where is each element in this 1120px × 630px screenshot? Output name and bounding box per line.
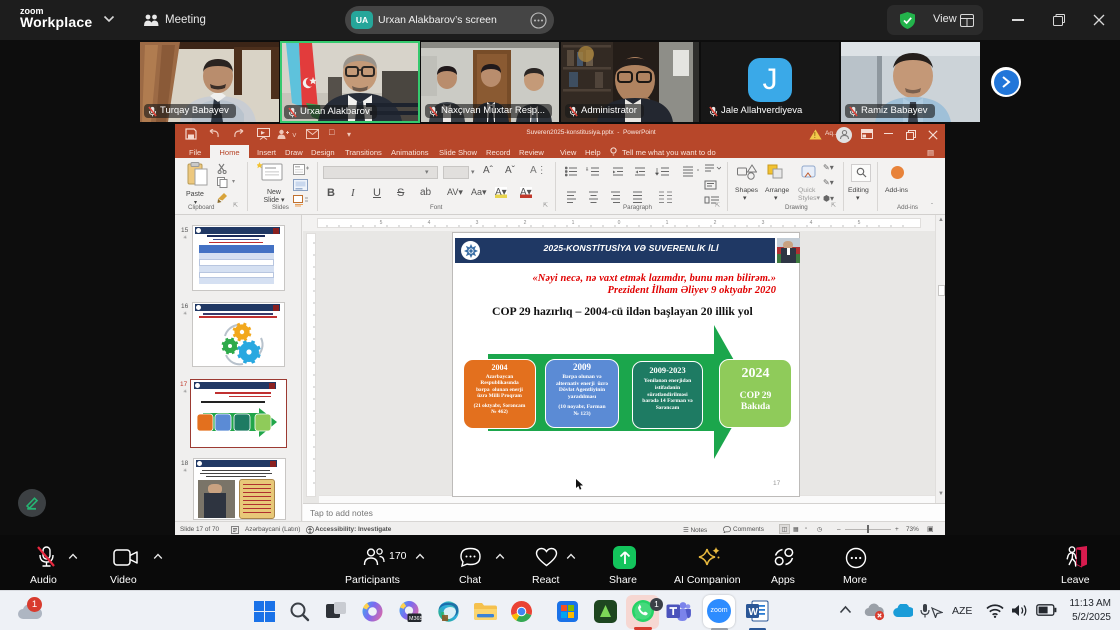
svg-text:2: 2 xyxy=(524,220,527,226)
svg-text:0: 0 xyxy=(618,220,621,226)
svg-text:1: 1 xyxy=(572,220,575,226)
svg-text:M365: M365 xyxy=(409,616,422,622)
svg-text:2: 2 xyxy=(714,220,717,226)
svg-text:4: 4 xyxy=(810,220,813,226)
svg-text:3: 3 xyxy=(476,220,479,226)
svg-text:3: 3 xyxy=(762,220,765,226)
svg-text:5: 5 xyxy=(380,220,383,226)
svg-text:5: 5 xyxy=(858,220,861,226)
svg-text:W: W xyxy=(749,607,759,618)
svg-text:1: 1 xyxy=(666,220,669,226)
svg-text:4: 4 xyxy=(428,220,431,226)
svg-text:!: ! xyxy=(814,131,816,140)
